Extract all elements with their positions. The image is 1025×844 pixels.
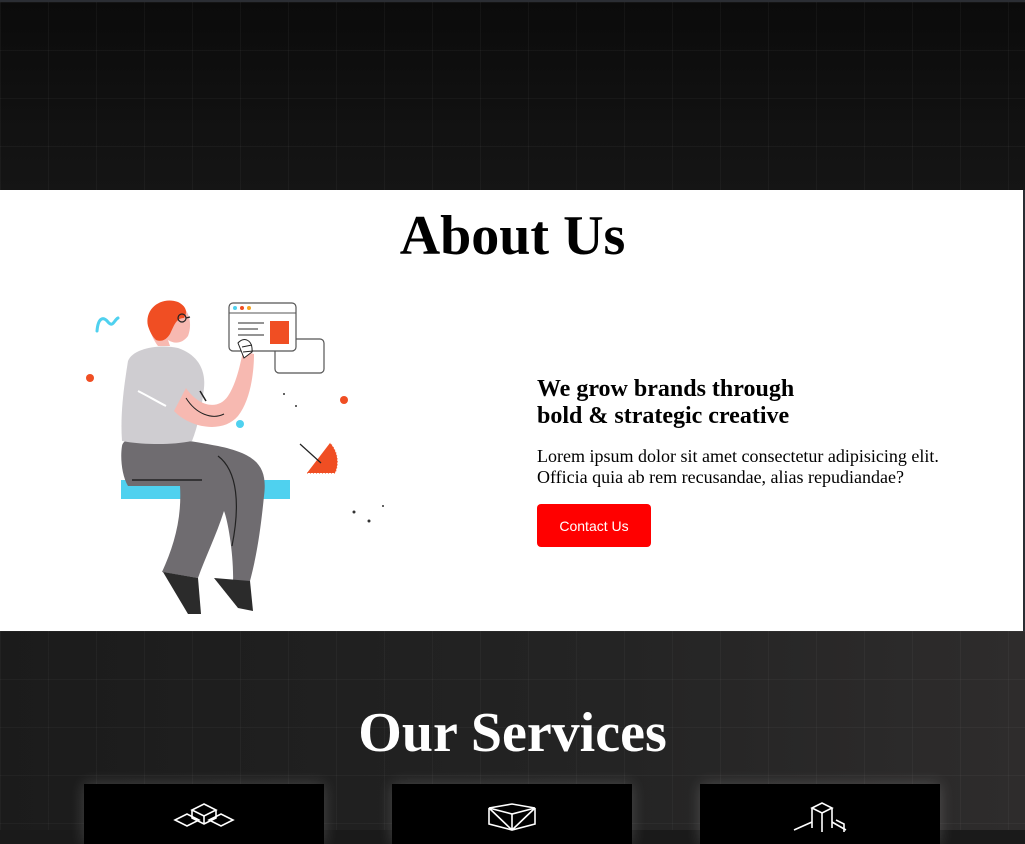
service-card[interactable] [84, 784, 324, 844]
cube-structure-icon [793, 802, 847, 832]
services-section: Our Services [0, 631, 1025, 844]
hero-background [0, 0, 1025, 190]
about-text: Lorem ipsum dolor sit amet consectetur a… [537, 446, 939, 487]
dot-decoration [352, 510, 356, 514]
illustration [86, 300, 384, 614]
open-box-icon [488, 803, 536, 831]
dot-decoration [86, 374, 94, 382]
service-card[interactable] [392, 784, 632, 844]
squiggle-icon [95, 316, 120, 333]
dot-decoration [283, 393, 285, 395]
shoe [163, 572, 201, 614]
about-section: About Us We grow brands through bold & s… [0, 190, 1025, 631]
dot-decoration [236, 420, 244, 428]
service-card[interactable] [700, 784, 940, 844]
services-title: Our Services [358, 702, 667, 764]
contact-us-button[interactable]: Contact Us [537, 504, 651, 547]
dot-decoration [367, 519, 371, 523]
trousers [121, 436, 265, 583]
dot-decoration [382, 505, 384, 507]
dot-decoration [340, 396, 348, 404]
about-subtitle: We grow brands through bold & strategic … [537, 376, 795, 429]
shoe [214, 578, 253, 611]
stacked-blocks-icon [173, 803, 235, 827]
about-title: About Us [399, 205, 626, 267]
dot-decoration [295, 405, 297, 407]
about-content: We grow brands through bold & strategic … [537, 376, 977, 547]
